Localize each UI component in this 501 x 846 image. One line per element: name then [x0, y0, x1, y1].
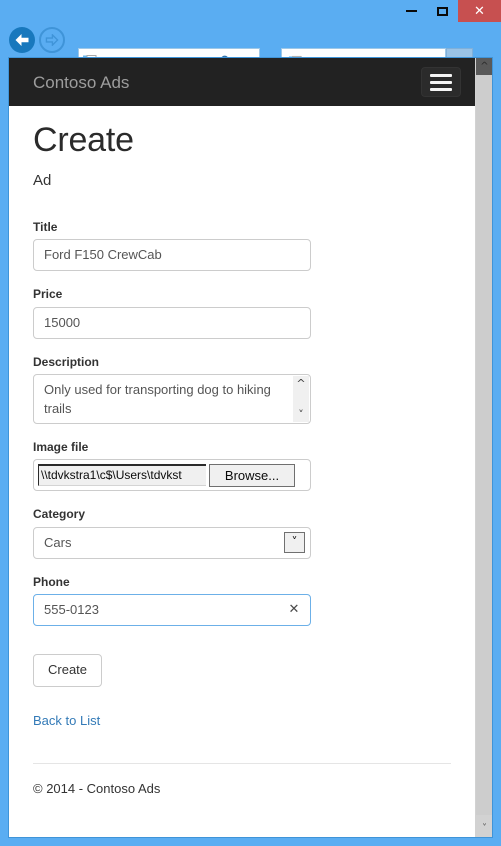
back-arrow-icon: [15, 34, 29, 46]
minimize-icon: [406, 10, 417, 12]
label-image-file: Image file: [33, 440, 89, 455]
back-to-list-link[interactable]: Back to List: [33, 713, 451, 729]
form-group-category: Category Cars ˅: [33, 507, 451, 559]
description-textarea[interactable]: Only used for transporting dog to hiking…: [33, 374, 311, 425]
label-price: Price: [33, 287, 63, 302]
chevron-up-icon[interactable]: ^: [296, 378, 305, 389]
close-window-button[interactable]: ✕: [458, 0, 501, 22]
clear-input-icon[interactable]: ✕: [286, 601, 302, 617]
chevron-down-icon: ˅: [482, 822, 487, 834]
main-content: Create Ad Title Ford F150 CrewCab Price …: [9, 106, 475, 796]
title-bar: ✕: [0, 0, 501, 22]
browser-window: ✕ http://lo: [0, 0, 501, 846]
chevron-down-icon[interactable]: ˅: [298, 409, 304, 420]
forward-arrow-icon: [45, 34, 59, 46]
chevron-down-icon: ˅: [291, 535, 298, 550]
phone-field-wrapper: 555-0123 ✕: [33, 594, 311, 627]
phone-input[interactable]: 555-0123: [33, 594, 311, 627]
site-navbar: Contoso Ads: [9, 58, 475, 106]
label-title: Title: [33, 219, 58, 234]
page-subtitle: Ad: [33, 172, 52, 190]
page-scrollbar[interactable]: ^ ˅: [475, 58, 492, 837]
minimize-button[interactable]: [396, 0, 427, 22]
form-group-description: Description Only used for transporting d…: [33, 354, 451, 425]
window-controls: ✕: [396, 0, 501, 22]
hamburger-menu-button[interactable]: [421, 67, 461, 97]
scrollbar-thumb[interactable]: [476, 75, 492, 815]
maximize-button[interactable]: [427, 0, 458, 22]
form-group-phone: Phone 555-0123 ✕: [33, 574, 451, 627]
browse-button[interactable]: Browse...: [209, 463, 295, 487]
price-input[interactable]: 15000: [33, 306, 311, 339]
site-brand[interactable]: Contoso Ads: [33, 74, 129, 91]
create-submit-button[interactable]: Create: [33, 654, 103, 688]
form-group-title: Title Ford F150 CrewCab: [33, 219, 451, 272]
category-select[interactable]: Cars ˅: [33, 526, 311, 559]
scroll-down-button[interactable]: ˅: [476, 820, 492, 837]
page-title: Create: [33, 121, 134, 159]
browser-viewport: Contoso Ads Create Ad Title Ford F150 Cr…: [8, 57, 493, 838]
label-category: Category: [33, 507, 86, 522]
title-input[interactable]: Ford F150 CrewCab: [33, 239, 311, 272]
label-description: Description: [33, 354, 100, 369]
browser-toolbar: http://localhost:30351, ↻: [0, 22, 501, 75]
form-group-image-file: Image file \\tdvkstra1\c$\Users\tdvkst B…: [33, 440, 451, 492]
select-dropdown-button[interactable]: ˅: [284, 531, 305, 553]
image-file-input[interactable]: \\tdvkstra1\c$\Users\tdvkst Browse...: [33, 459, 311, 492]
footer-copyright: © 2014 - Contoso Ads: [33, 780, 161, 796]
chevron-up-icon: ^: [480, 60, 489, 72]
description-scrollbar[interactable]: ^ ˅: [293, 376, 309, 423]
maximize-icon: [437, 6, 448, 16]
hamburger-menu-icon: [430, 73, 452, 77]
scroll-up-button[interactable]: ^: [476, 58, 492, 75]
form-group-price: Price 15000: [33, 287, 451, 339]
create-ad-form: Title Ford F150 CrewCab Price 15000 Desc…: [33, 219, 451, 688]
page-content-area: Contoso Ads Create Ad Title Ford F150 Cr…: [9, 58, 475, 837]
description-text: Only used for transporting dog to hiking…: [44, 382, 271, 417]
file-path-text[interactable]: \\tdvkstra1\c$\Users\tdvkst: [38, 464, 206, 487]
forward-button[interactable]: [39, 27, 65, 53]
category-selected-value: Cars: [33, 526, 311, 559]
back-button[interactable]: [9, 27, 35, 53]
close-icon: ✕: [474, 3, 485, 19]
footer-divider: [33, 762, 451, 764]
label-phone: Phone: [33, 574, 70, 589]
